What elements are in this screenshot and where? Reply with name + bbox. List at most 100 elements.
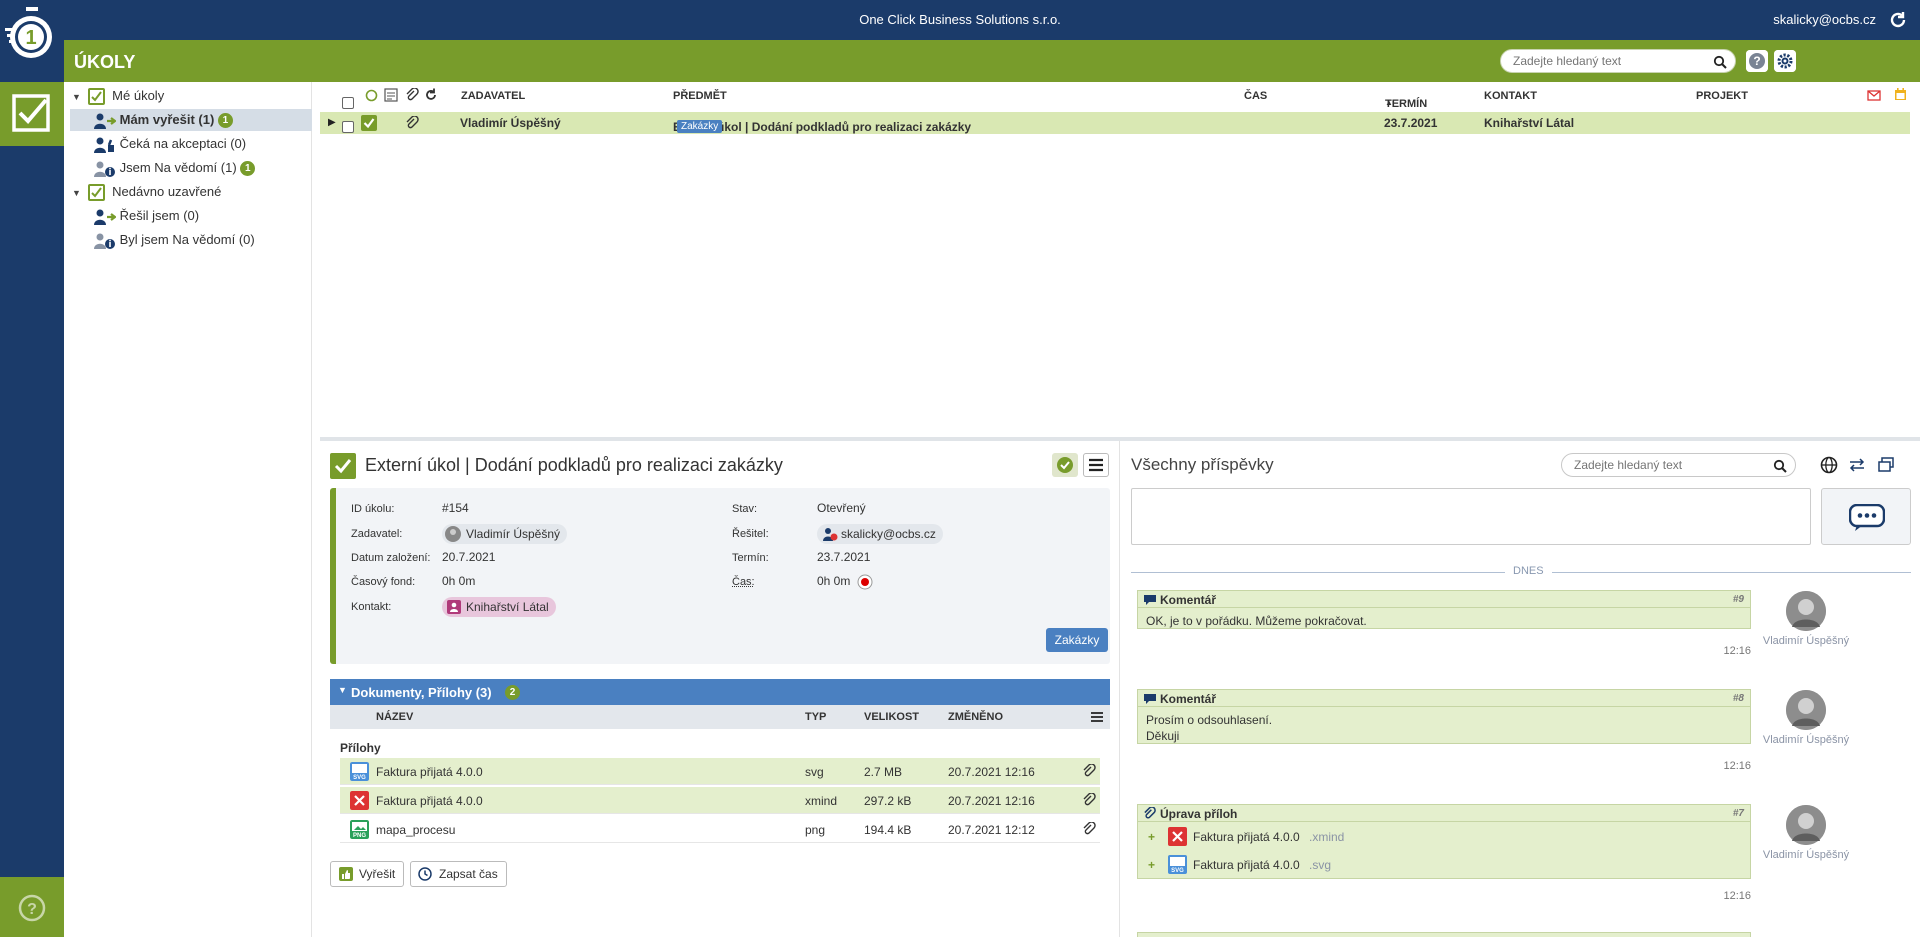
kontakt-name: Knihařství Látal bbox=[466, 600, 549, 614]
avatar[interactable] bbox=[1786, 805, 1826, 845]
task-tree: ▼ Mé úkoly Mám vyřešit (1) 1 Čeká na akc… bbox=[64, 82, 312, 937]
post-card-partial[interactable] bbox=[1137, 932, 1751, 937]
changed-file-name: Faktura přijatá 4.0.0 bbox=[1193, 830, 1300, 844]
post-body: Prosím o odsouhlasení. Děkuji bbox=[1146, 712, 1272, 744]
zadavatel-pill[interactable]: Vladimír Úspěšný bbox=[442, 524, 568, 544]
post-line: Děkuji bbox=[1146, 729, 1180, 743]
log-time-label: Zapsat čas bbox=[439, 867, 498, 881]
document-name[interactable]: Faktura přijatá 4.0.0 bbox=[376, 765, 483, 779]
tree-item-to-resolve[interactable]: Mám vyřešit (1) 1 bbox=[70, 109, 312, 131]
label-resitel: Řešitel: bbox=[732, 528, 769, 540]
table-row[interactable]: ▶ Vladimír Úspěšný Externí úkol | Dodání… bbox=[320, 112, 1910, 134]
status-icon[interactable] bbox=[365, 89, 378, 102]
tree-item-resolved[interactable]: Řešil jsem (0) bbox=[94, 205, 199, 227]
attachment-icon[interactable] bbox=[1082, 764, 1096, 778]
clock-icon bbox=[418, 867, 432, 881]
column-nazev[interactable]: NÁZEV bbox=[376, 711, 413, 723]
document-name[interactable]: Faktura přijatá 4.0.0 bbox=[376, 794, 483, 808]
rail-help-button[interactable]: ? bbox=[0, 877, 64, 937]
row-tag[interactable]: Zakázky bbox=[677, 120, 723, 133]
tag-button[interactable]: Zakázky bbox=[1046, 628, 1108, 652]
record-icon[interactable] bbox=[857, 574, 873, 590]
row-attachment-icon[interactable] bbox=[405, 115, 419, 133]
column-zadavatel[interactable]: ZADAVATEL bbox=[461, 90, 525, 102]
windows-icon[interactable] bbox=[1877, 456, 1895, 474]
column-typ[interactable]: TYP bbox=[805, 711, 826, 723]
resolve-button[interactable]: Vyřešit bbox=[330, 861, 405, 887]
collapse-arrow-icon[interactable]: ▼ bbox=[72, 188, 81, 198]
search-icon[interactable] bbox=[1773, 459, 1787, 473]
settings-button[interactable] bbox=[1774, 50, 1796, 72]
post-author[interactable]: Vladimír Úspěšný bbox=[1761, 849, 1851, 861]
post-body: OK, je to v pořádku. Můžeme pokračovat. bbox=[1146, 613, 1367, 629]
rail-tasks-button[interactable] bbox=[0, 82, 64, 146]
complete-button[interactable] bbox=[1052, 453, 1078, 477]
attachment-icon[interactable] bbox=[1082, 822, 1096, 836]
attachment-icon[interactable] bbox=[1082, 793, 1096, 807]
column-kontakt[interactable]: KONTAKT bbox=[1484, 90, 1537, 102]
post-author[interactable]: Vladimír Úspěšný bbox=[1761, 734, 1851, 746]
post-card[interactable]: Komentář #8 Prosím o odsouhlasení. Děkuj… bbox=[1137, 689, 1751, 744]
globe-icon[interactable] bbox=[1820, 456, 1838, 474]
posts-search-input[interactable] bbox=[1574, 458, 1764, 472]
resitel-pill[interactable]: skalicky@ocbs.cz bbox=[817, 524, 943, 544]
kontakt-pill[interactable]: Knihařství Látal bbox=[442, 597, 556, 617]
calendar-icon[interactable] bbox=[1894, 88, 1907, 101]
value-termin: 23.7.2021 bbox=[817, 550, 871, 564]
tree-item-cc[interactable]: Jsem Na vědomí (1) 1 bbox=[94, 157, 256, 179]
repeat-icon[interactable] bbox=[424, 88, 438, 102]
module-header: ÚKOLY ? bbox=[64, 40, 1920, 82]
note-icon[interactable] bbox=[384, 88, 398, 102]
tree-item-was-cc[interactable]: Byl jsem Na vědomí (0) bbox=[94, 229, 255, 251]
column-zmeneno[interactable]: ZMĚNĚNO bbox=[948, 711, 1003, 723]
changed-file[interactable]: + Faktura přijatá 4.0.0 .xmind bbox=[1148, 827, 1738, 849]
send-post-button[interactable] bbox=[1821, 488, 1911, 545]
user-email[interactable]: skalicky@ocbs.cz bbox=[1773, 12, 1876, 27]
column-velikost[interactable]: VELIKOST bbox=[864, 711, 919, 723]
task-done-icon[interactable] bbox=[361, 115, 377, 134]
document-row[interactable]: SVG Faktura přijatá 4.0.0 svg 2.7 MB 20.… bbox=[340, 758, 1100, 785]
changed-file-name: Faktura přijatá 4.0.0 bbox=[1193, 858, 1300, 872]
columns-menu-icon[interactable] bbox=[1090, 710, 1104, 724]
tree-item-awaiting-acceptance[interactable]: Čeká na akceptaci (0) bbox=[94, 133, 246, 155]
avatar[interactable] bbox=[1786, 591, 1826, 631]
swap-icon[interactable] bbox=[1848, 456, 1866, 474]
task-title: Externí úkol | Dodání podkladů pro reali… bbox=[365, 455, 783, 475]
author-avatar-icon bbox=[1786, 805, 1826, 845]
refresh-icon[interactable] bbox=[1888, 10, 1908, 30]
documents-title: Dokumenty, Přílohy (3) bbox=[351, 685, 492, 700]
post-input[interactable] bbox=[1131, 488, 1811, 545]
attachment-icon[interactable] bbox=[405, 88, 419, 102]
mail-icon[interactable] bbox=[1867, 90, 1881, 101]
tree-item-label: Jsem Na vědomí (1) bbox=[119, 160, 237, 175]
documents-columns: NÁZEV TYP VELIKOST ZMĚNĚNO bbox=[330, 705, 1110, 729]
task-info-panel: ID úkolu: #154 Zadavatel: Vladimír Úspěš… bbox=[330, 488, 1110, 664]
post-author[interactable]: Vladimír Úspěšný bbox=[1761, 635, 1851, 647]
global-search-input[interactable] bbox=[1513, 54, 1703, 68]
documents-header[interactable]: ▼ Dokumenty, Přílohy (3) 2 bbox=[330, 679, 1110, 705]
document-row[interactable]: Faktura přijatá 4.0.0 xmind 297.2 kB 20.… bbox=[340, 787, 1100, 814]
column-projekt[interactable]: PROJEKT bbox=[1696, 90, 1748, 102]
menu-button[interactable] bbox=[1083, 453, 1109, 477]
search-icon[interactable] bbox=[1713, 55, 1727, 69]
comment-icon bbox=[1144, 595, 1156, 605]
count-badge: 1 bbox=[240, 161, 256, 177]
help-button[interactable]: ? bbox=[1746, 50, 1768, 72]
app-logo[interactable]: 1 bbox=[0, 0, 64, 64]
changed-file[interactable]: + SVG Faktura přijatá 4.0.0 .svg bbox=[1148, 855, 1738, 877]
column-cas[interactable]: ČAS bbox=[1244, 90, 1267, 102]
tree-item-my-tasks[interactable]: ▼ Mé úkoly bbox=[72, 85, 164, 107]
post-card[interactable]: Komentář #9 OK, je to v pořádku. Můžeme … bbox=[1137, 590, 1751, 629]
company-name: One Click Business Solutions s.r.o. bbox=[859, 12, 1061, 27]
tree-item-recently-closed[interactable]: ▼ Nedávno uzavřené bbox=[72, 181, 221, 203]
collapse-arrow-icon[interactable]: ▼ bbox=[72, 92, 81, 102]
label-cas[interactable]: Čas: bbox=[732, 576, 755, 588]
document-name[interactable]: mapa_procesu bbox=[376, 823, 455, 837]
post-card[interactable]: Úprava příloh #7 + Faktura přijatá 4.0.0… bbox=[1137, 804, 1751, 879]
author-avatar-icon bbox=[1786, 591, 1826, 631]
document-row[interactable]: PNG mapa_procesu png 194.4 kB 20.7.2021 … bbox=[340, 816, 1100, 843]
expand-row-icon[interactable]: ▶ bbox=[328, 117, 336, 128]
column-predmet[interactable]: PŘEDMĚT bbox=[673, 90, 727, 102]
avatar[interactable] bbox=[1786, 690, 1826, 730]
log-time-button[interactable]: Zapsat čas bbox=[410, 861, 507, 887]
